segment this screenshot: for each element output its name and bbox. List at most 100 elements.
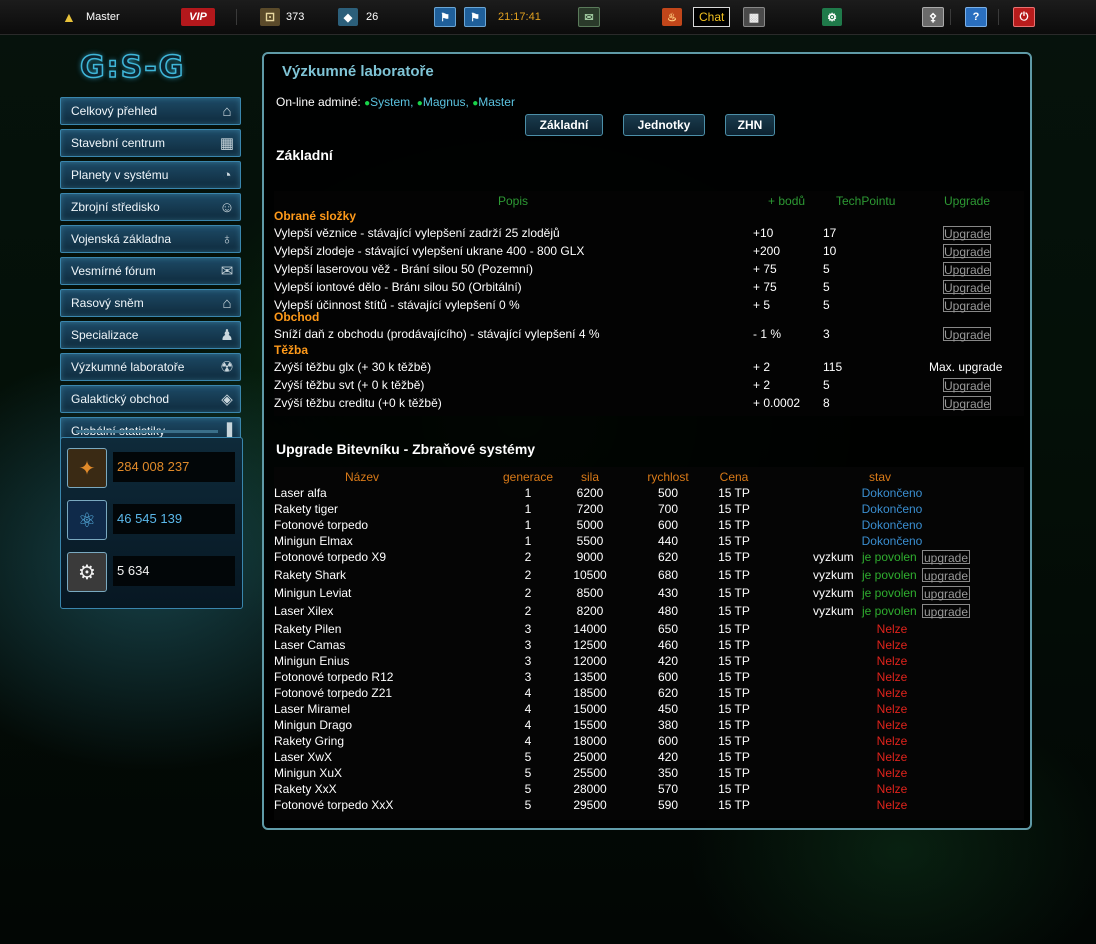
- building-icon: ▦: [219, 135, 235, 152]
- sidebar-item-8[interactable]: Specializace ♟: [60, 321, 241, 349]
- sidebar-item-3[interactable]: Planety v systému ◔: [60, 161, 241, 189]
- menu-divider: [76, 430, 218, 433]
- weapon-gen: 3: [524, 622, 532, 636]
- admin-link[interactable]: Magnus,: [423, 95, 469, 109]
- settings-button[interactable]: ⚙: [822, 7, 842, 27]
- weapon-upgrade-button[interactable]: upgrade: [922, 568, 970, 583]
- weapon-gen: 5: [524, 798, 532, 812]
- status-nelze: Nelze: [876, 686, 908, 700]
- upgrade-points: + 75: [753, 280, 777, 294]
- weapon-gen: 3: [524, 638, 532, 652]
- weapon-name: Rakety XxX: [274, 782, 337, 796]
- weapon-sila: 13500: [573, 670, 607, 684]
- divider: [236, 9, 237, 25]
- tab-zhn[interactable]: ZHN: [725, 114, 775, 136]
- sidebar-item-7[interactable]: Rasový sněm ⌂: [60, 289, 241, 317]
- status-research-label: vyzkum: [813, 550, 854, 564]
- upgrade-description: Zvýší těžbu svt (+ 0 k těžbě): [274, 378, 425, 392]
- weapon-gen: 2: [524, 586, 532, 600]
- logout-button[interactable]: ⏻: [1013, 7, 1035, 27]
- flag-button-1[interactable]: ⚑: [434, 7, 456, 27]
- max-upgrade-label: Max. upgrade: [929, 360, 1003, 374]
- sidebar-item-label: Zbrojní středisko: [71, 200, 160, 214]
- basic-section-title: Základní: [276, 147, 333, 163]
- fire-icon: ♨: [662, 8, 682, 26]
- sidebar-item-2[interactable]: Stavební centrum ▦: [60, 129, 241, 157]
- upgrade-description: Zvýší těžbu creditu (+0 k těžbě): [274, 396, 442, 410]
- weapon-price: 15 TP: [718, 534, 750, 548]
- weapon-sila: 28000: [573, 782, 607, 796]
- status-nelze: Nelze: [876, 766, 908, 780]
- sidebar-item-5[interactable]: Vojenská základna ♁: [60, 225, 241, 253]
- weapon-gen: 5: [524, 750, 532, 764]
- weapon-gen: 2: [524, 550, 532, 564]
- weapon-name: Laser XwX: [274, 750, 333, 764]
- tab-jednotky[interactable]: Jednotky: [623, 114, 705, 136]
- column-header: sila: [580, 470, 600, 484]
- weapon-sila: 25500: [573, 766, 607, 780]
- flag-button-2[interactable]: ⚑: [464, 7, 486, 27]
- weapon-price: 15 TP: [718, 686, 750, 700]
- sidebar-item-label: Vojenská základna: [71, 232, 172, 246]
- fire-button[interactable]: ♨: [662, 7, 682, 27]
- weapon-speed: 440: [657, 534, 679, 548]
- upgrade-button[interactable]: Upgrade: [943, 327, 991, 342]
- upgrade-button[interactable]: Upgrade: [943, 298, 991, 313]
- upgrade-button[interactable]: Upgrade: [943, 396, 991, 411]
- bar-chart-icon: ▩: [743, 7, 765, 27]
- weapon-sila: 5000: [576, 518, 604, 532]
- status-nelze: Nelze: [876, 798, 908, 812]
- sidebar-item-1[interactable]: Celkový přehled ⌂: [60, 97, 241, 125]
- stat-counter-2: 26: [366, 11, 379, 23]
- sidebar-item-4[interactable]: Zbrojní středisko ☺: [60, 193, 241, 221]
- sidebar-item-10[interactable]: Galaktický obchod ◈: [60, 385, 241, 413]
- stats-button[interactable]: ▩: [743, 7, 765, 27]
- username[interactable]: Master: [86, 7, 120, 27]
- upgrade-button[interactable]: Upgrade: [943, 262, 991, 277]
- flag-icon: ⚑: [434, 7, 456, 27]
- weapon-price: 15 TP: [718, 502, 750, 516]
- resource-value: 46 545 139: [113, 504, 235, 534]
- weapon-sila: 15000: [573, 702, 607, 716]
- tools-button[interactable]: ⚴: [922, 7, 944, 27]
- upgrade-button[interactable]: Upgrade: [943, 378, 991, 393]
- sidebar-item-9[interactable]: Výzkumné laboratoře ☢: [60, 353, 241, 381]
- weapon-upgrade-button[interactable]: upgrade: [922, 586, 970, 601]
- resource-value: 284 008 237: [113, 452, 235, 482]
- vip-button[interactable]: VIP: [181, 7, 215, 27]
- sidebar-item-label: Planety v systému: [71, 168, 169, 182]
- weapon-speed: 590: [657, 798, 679, 812]
- weapon-name: Minigun Drago: [274, 718, 353, 732]
- weapon-price: 15 TP: [718, 670, 750, 684]
- tab-zakladni[interactable]: Základní: [525, 114, 603, 136]
- upgrade-button[interactable]: Upgrade: [943, 226, 991, 241]
- weapon-name: Minigun Enius: [274, 654, 350, 668]
- chat-button[interactable]: Chat: [693, 7, 731, 27]
- weapon-price: 15 TP: [718, 702, 750, 716]
- weapon-upgrade-button[interactable]: upgrade: [922, 604, 970, 619]
- weapon-name: Laser alfa: [274, 486, 327, 500]
- mail-button[interactable]: ✉: [578, 7, 600, 27]
- upgrade-button[interactable]: Upgrade: [943, 280, 991, 295]
- status-nelze: Nelze: [876, 654, 908, 668]
- weapon-speed: 420: [657, 750, 679, 764]
- status-nelze: Nelze: [876, 734, 908, 748]
- weapon-name: Minigun Elmax: [274, 534, 353, 548]
- sidebar-item-6[interactable]: Vesmírné fórum ✉: [60, 257, 241, 285]
- weapon-upgrade-button[interactable]: upgrade: [922, 550, 970, 565]
- admin-link[interactable]: Master: [478, 95, 515, 109]
- weapon-speed: 420: [657, 654, 679, 668]
- weapon-speed: 460: [657, 638, 679, 652]
- status-done: Dokončeno: [861, 502, 923, 516]
- upgrade-button[interactable]: Upgrade: [943, 244, 991, 259]
- help-button[interactable]: ?: [965, 7, 987, 27]
- weapon-name: Laser Miramel: [274, 702, 351, 716]
- status-nelze: Nelze: [876, 638, 908, 652]
- weapon-speed: 380: [657, 718, 679, 732]
- weapon-speed: 350: [657, 766, 679, 780]
- sidebar-item-label: Stavební centrum: [71, 136, 166, 150]
- game-logo[interactable]: G:S-G: [79, 49, 230, 86]
- admin-link[interactable]: System,: [370, 95, 413, 109]
- status-allowed-label: je povolen: [862, 586, 917, 600]
- weapon-gen: 4: [524, 718, 532, 732]
